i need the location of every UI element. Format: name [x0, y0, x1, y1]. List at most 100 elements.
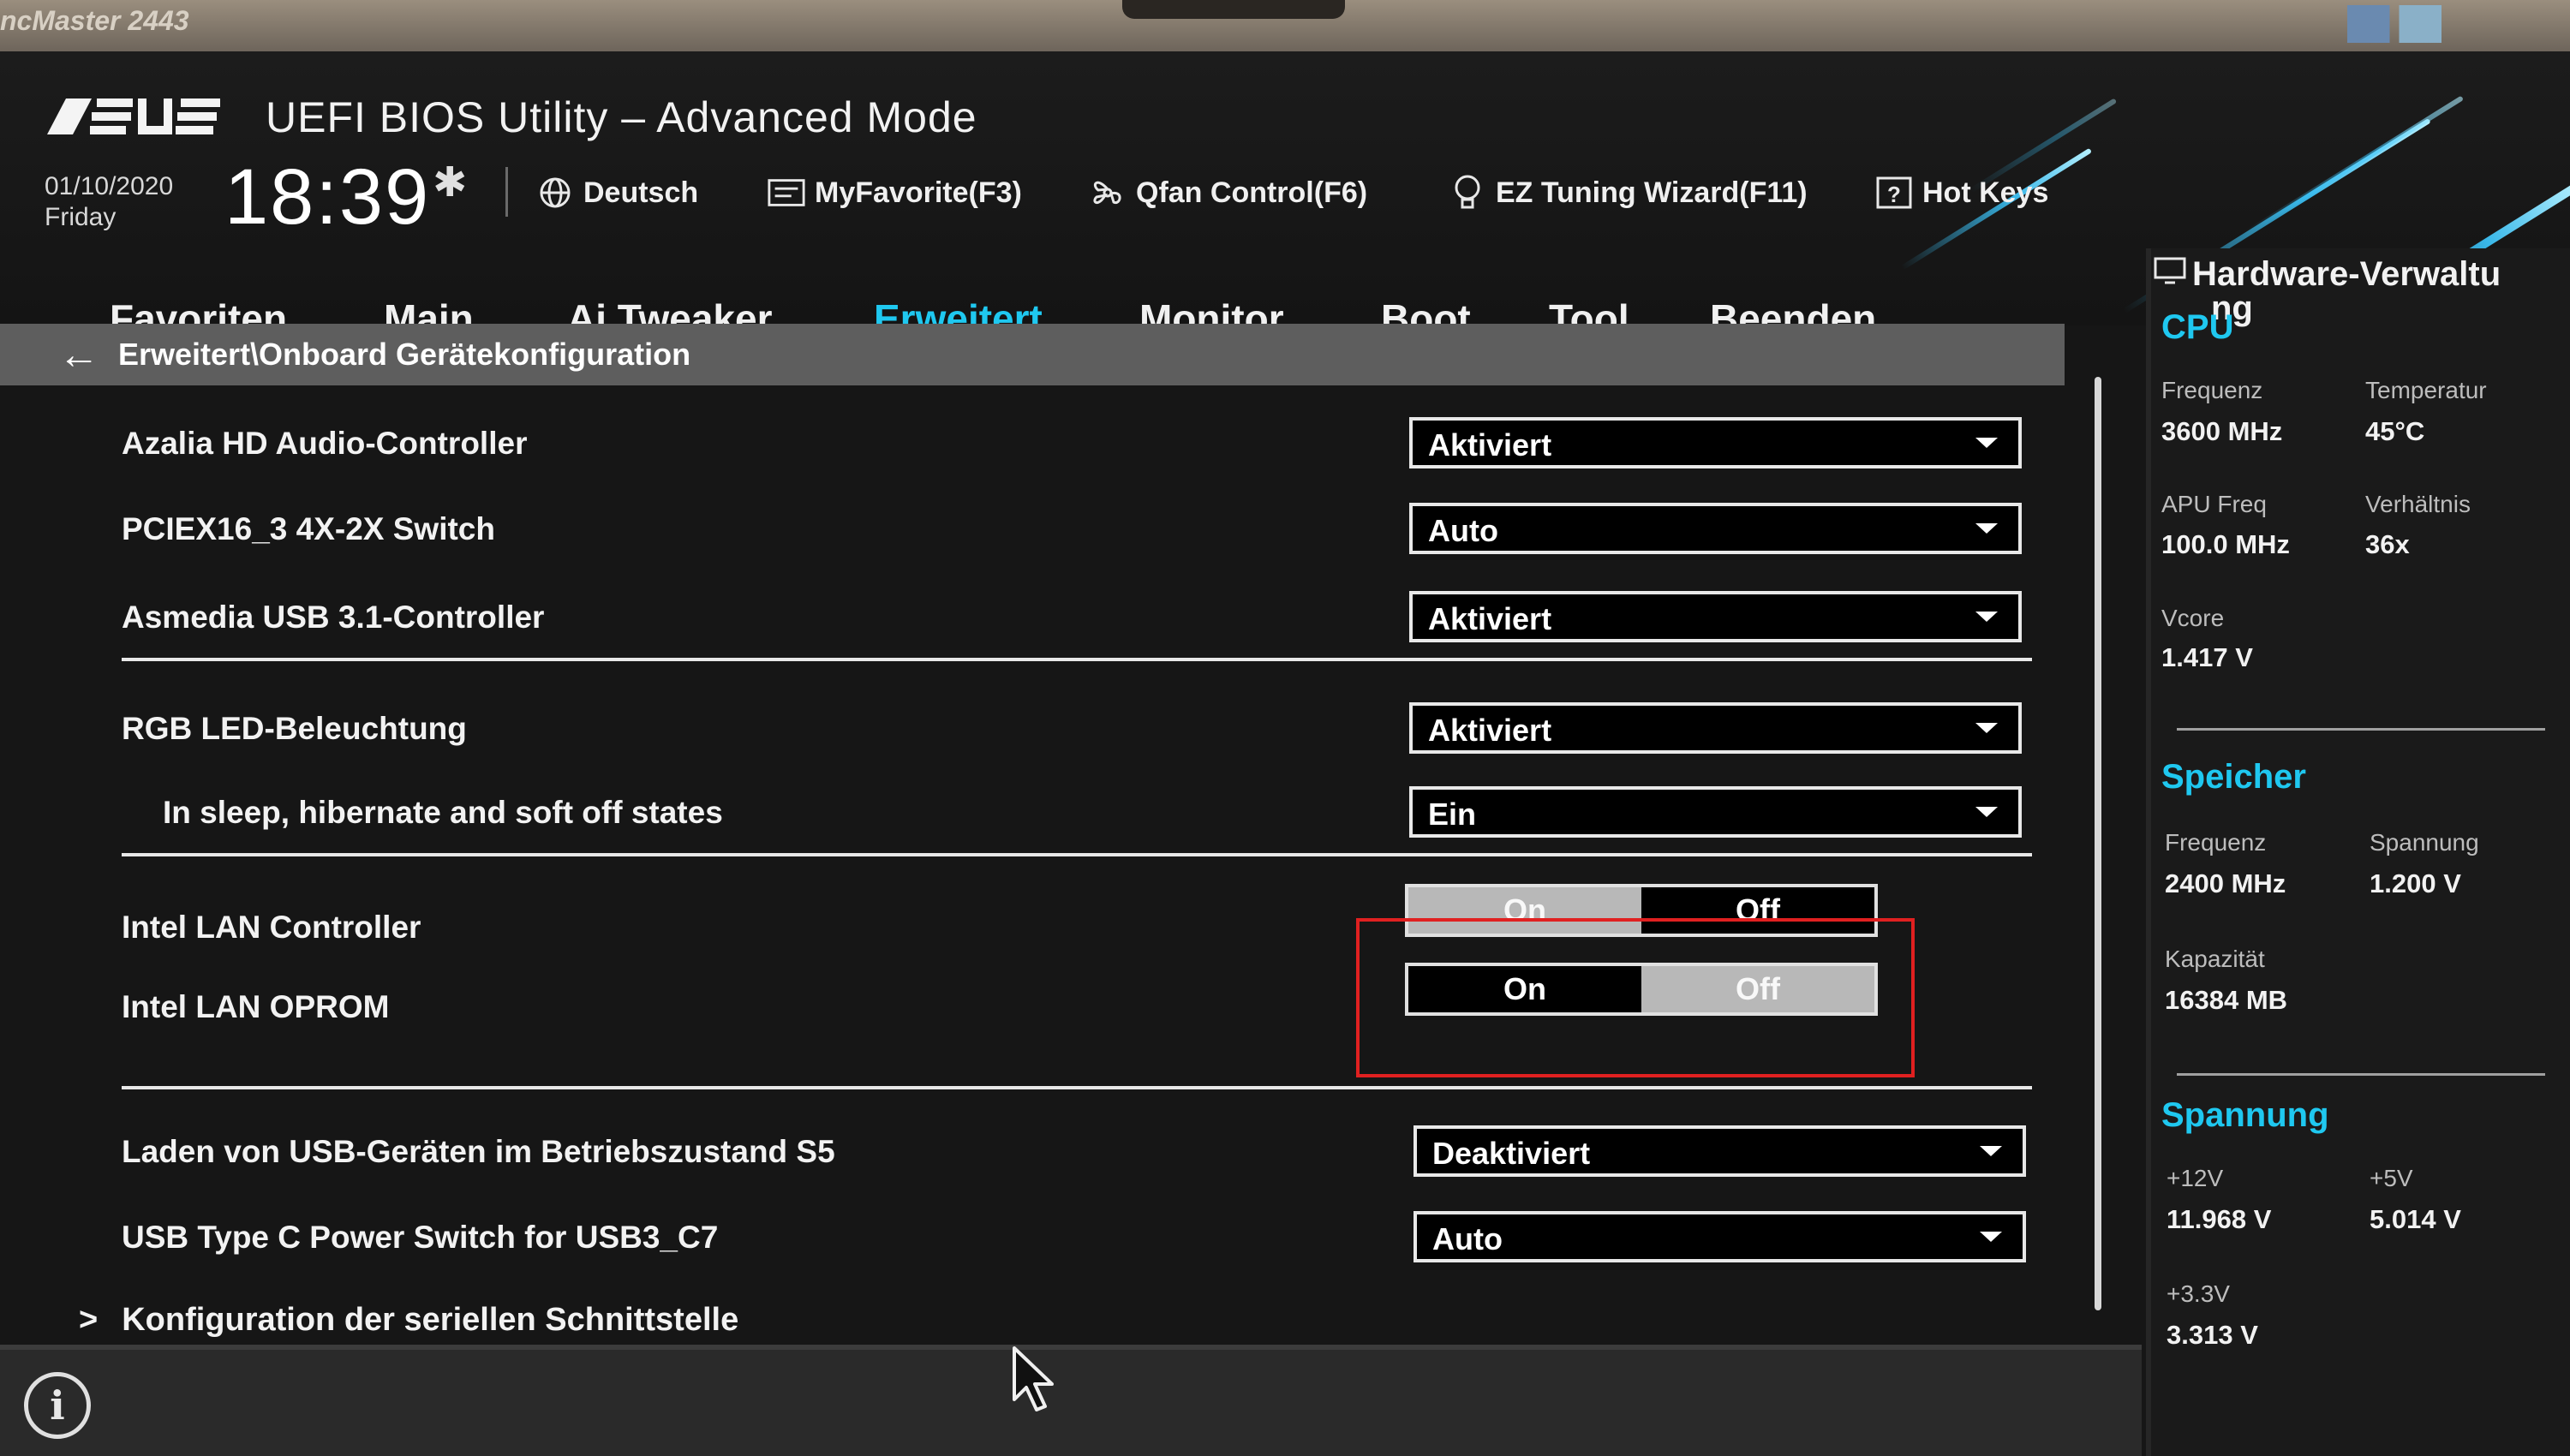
bezel-stickers	[2347, 5, 2442, 43]
setting-row-azalia: Azalia HD Audio-Controller Aktiviert	[0, 407, 2056, 484]
asus-logo	[47, 98, 220, 134]
panel-divider	[2177, 1073, 2545, 1076]
settings-list: Azalia HD Audio-Controller Aktiviert PCI…	[0, 385, 2073, 1339]
pciex-value: Auto	[1428, 513, 1498, 548]
ratio-label: Verhältnis	[2365, 491, 2471, 517]
setting-row-rgb: RGB LED-Beleuchtung Aktiviert	[0, 692, 2056, 769]
asmedia-select[interactable]: Aktiviert	[1409, 591, 2022, 642]
v12-value: 11.968 V	[2167, 1204, 2272, 1234]
intel-oprom-label: Intel LAN OPROM	[122, 989, 390, 1024]
ez-tuning-wizard-label: EZ Tuning Wizard(F11)	[1496, 176, 1808, 209]
clock: 18:39	[224, 153, 431, 241]
memory-voltage-value: 1.200 V	[2370, 868, 2461, 898]
v5-value: 5.014 V	[2370, 1204, 2461, 1234]
pciex-select[interactable]: Auto	[1409, 503, 2022, 554]
date-display: 01/10/2020 Friday	[45, 171, 173, 233]
section-divider	[122, 853, 2032, 856]
setting-row-usb-type-c: USB Type C Power Switch for USB3_C7 Auto	[0, 1201, 2056, 1278]
hardware-monitor-panel: Hardware-Verwaltu ng CPU Frequenz 3600 M…	[2146, 248, 2570, 1456]
section-divider	[122, 658, 2032, 661]
serial-config-label: Konfiguration der seriellen Schnittstell…	[122, 1302, 739, 1338]
sleep-select[interactable]: Ein	[1409, 786, 2022, 838]
usb-type-c-label: USB Type C Power Switch for USB3_C7	[122, 1220, 719, 1255]
info-icon[interactable]: i	[24, 1372, 91, 1439]
v33-value: 3.313 V	[2167, 1320, 2258, 1350]
hot-keys-label: Hot Keys	[1922, 176, 2049, 209]
sleep-value: Ein	[1428, 797, 1477, 832]
language-button[interactable]: Deutsch	[535, 171, 698, 214]
cpu-frequency-value: 3600 MHz	[2161, 416, 2283, 446]
lightbulb-icon	[1448, 173, 1487, 212]
usb-s5-label: Laden von USB-Geräten im Betriebszustand…	[122, 1134, 835, 1169]
azalia-value: Aktiviert	[1428, 427, 1552, 462]
chevron-down-icon	[1980, 1146, 2002, 1156]
chevron-right-icon: >	[79, 1302, 99, 1338]
bottom-bar: i	[0, 1345, 2142, 1456]
date-text: 01/10/2020	[45, 172, 174, 200]
asmedia-label: Asmedia USB 3.1-Controller	[122, 600, 545, 635]
monitor-icon	[2153, 256, 2192, 293]
svg-text:?: ?	[1887, 182, 1901, 207]
rgb-label: RGB LED-Beleuchtung	[122, 711, 467, 746]
ratio-value: 36x	[2365, 529, 2410, 559]
monitor-notch	[1122, 0, 1345, 19]
v12-label: +12V	[2167, 1165, 2224, 1191]
gear-icon[interactable]: ✱	[433, 158, 467, 206]
setting-row-asmedia: Asmedia USB 3.1-Controller Aktiviert	[0, 581, 2056, 658]
intel-lan-label: Intel LAN Controller	[122, 910, 421, 945]
memory-frequency-value: 2400 MHz	[2165, 868, 2286, 898]
v5-label: +5V	[2370, 1165, 2413, 1191]
qfan-control-label: Qfan Control(F6)	[1136, 176, 1368, 209]
usb-s5-select[interactable]: Deaktiviert	[1414, 1125, 2026, 1177]
chevron-down-icon	[1975, 723, 1998, 733]
settings-scrollbar[interactable]	[2095, 377, 2101, 1310]
ez-tuning-wizard-button[interactable]: EZ Tuning Wizard(F11)	[1448, 171, 1808, 214]
apu-freq-label: APU Freq	[2161, 491, 2267, 517]
hardware-monitor-title-text: Hardware-Verwaltu	[2192, 255, 2501, 293]
myfavorite-button[interactable]: MyFavorite(F3)	[767, 171, 1022, 214]
setting-row-pciex: PCIEX16_3 4X-2X Switch Auto	[0, 492, 2056, 570]
breadcrumb: ← Erweitert\Onboard Gerätekonfiguration	[0, 324, 2065, 385]
memory-frequency-label: Frequenz	[2165, 829, 2267, 856]
usb-type-c-select[interactable]: Auto	[1414, 1211, 2026, 1262]
vcore-value: 1.417 V	[2161, 642, 2253, 672]
monitor-model-label: ncMaster 2443	[0, 5, 189, 36]
language-label: Deutsch	[583, 176, 699, 209]
setting-row-sleep: In sleep, hibernate and soft off states …	[0, 776, 2056, 853]
chevron-down-icon	[1975, 612, 1998, 622]
red-highlight-box	[1356, 918, 1915, 1077]
asmedia-value: Aktiviert	[1428, 601, 1552, 636]
section-divider	[122, 1086, 2032, 1089]
rgb-select[interactable]: Aktiviert	[1409, 702, 2022, 754]
azalia-select[interactable]: Aktiviert	[1409, 417, 2022, 468]
panel-divider	[2177, 728, 2545, 731]
sleep-label: In sleep, hibernate and soft off states	[163, 795, 723, 830]
hot-keys-button[interactable]: ? Hot Keys	[1874, 171, 2048, 214]
globe-icon	[535, 173, 575, 212]
serial-config-link[interactable]: > Konfiguration der seriellen Schnittstel…	[79, 1302, 738, 1339]
day-text: Friday	[45, 203, 117, 231]
monitor-bezel: ncMaster 2443	[0, 0, 2570, 51]
cpu-heading: CPU	[2161, 308, 2234, 346]
qfan-control-button[interactable]: Qfan Control(F6)	[1088, 171, 1367, 214]
question-box-icon: ?	[1874, 173, 1914, 212]
fan-icon	[1088, 173, 1127, 212]
rgb-value: Aktiviert	[1428, 713, 1552, 748]
v33-label: +3.3V	[2167, 1280, 2230, 1307]
setting-row-usb-s5: Laden von USB-Geräten im Betriebszustand…	[0, 1115, 2056, 1192]
chevron-down-icon	[1980, 1232, 2002, 1242]
azalia-label: Azalia HD Audio-Controller	[122, 426, 528, 461]
mouse-cursor-icon	[1013, 1346, 1054, 1411]
bios-screen: UEFI BIOS Utility – Advanced Mode 01/10/…	[0, 51, 2570, 1456]
back-arrow-icon[interactable]: ←	[58, 331, 118, 379]
hardware-monitor-title: Hardware-Verwaltu	[2153, 255, 2570, 294]
app-title: UEFI BIOS Utility – Advanced Mode	[266, 93, 977, 141]
cpu-temperature-label: Temperatur	[2365, 377, 2487, 403]
chevron-down-icon	[1975, 807, 1998, 817]
chevron-down-icon	[1975, 438, 1998, 448]
memory-voltage-label: Spannung	[2370, 829, 2479, 856]
apu-freq-value: 100.0 MHz	[2161, 529, 2290, 559]
usb-s5-value: Deaktiviert	[1432, 1136, 1591, 1171]
pciex-label: PCIEX16_3 4X-2X Switch	[122, 511, 495, 546]
cpu-temperature-value: 45°C	[2365, 416, 2425, 446]
